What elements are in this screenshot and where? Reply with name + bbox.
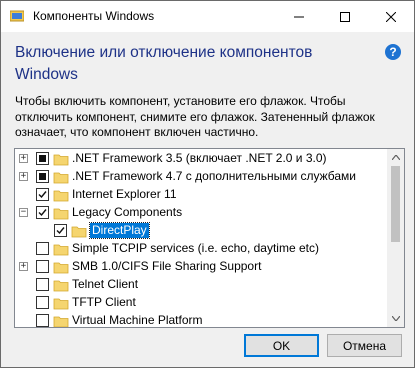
folder-icon [53, 244, 69, 256]
cancel-button[interactable]: Отмена [327, 334, 402, 357]
feature-row[interactable]: Internet Explorer 11 [15, 186, 387, 204]
feature-label: TFTP Client [72, 295, 136, 309]
checkmark-icon [56, 227, 65, 235]
feature-label: Simple TCPIP services (i.e. echo, daytim… [72, 241, 319, 255]
dialog-window: Компоненты Windows Включение или отключе… [0, 0, 415, 368]
folder-icon [53, 172, 69, 184]
feature-row[interactable]: Virtual Machine Platform [15, 312, 387, 327]
feature-checkbox[interactable] [36, 152, 49, 165]
feature-checkbox[interactable] [36, 242, 49, 255]
scroll-up-arrow[interactable] [387, 149, 404, 166]
page-heading: Включение или отключение компонентов Win… [15, 44, 313, 83]
folder-icon [53, 280, 69, 292]
checkmark-icon [38, 209, 47, 217]
feature-row[interactable]: − Legacy Components [15, 204, 387, 222]
feature-checkbox[interactable] [36, 278, 49, 291]
scrollbar-thumb[interactable] [391, 166, 400, 242]
expand-icon[interactable]: + [19, 262, 28, 271]
close-button[interactable] [368, 1, 414, 32]
folder-icon [53, 316, 69, 327]
feature-label: Legacy Components [72, 205, 183, 219]
feature-row[interactable]: + .NET Framework 3.5 (включает .NET 2.0 и… [15, 150, 387, 168]
ok-button[interactable]: OK [244, 334, 319, 357]
feature-label: SMB 1.0/CIFS File Sharing Support [72, 259, 262, 273]
window-title: Компоненты Windows [33, 9, 155, 23]
minimize-button[interactable] [276, 1, 322, 32]
scroll-down-arrow[interactable] [387, 310, 404, 327]
maximize-icon [340, 11, 350, 22]
feature-checkbox[interactable] [36, 170, 49, 183]
expand-icon[interactable]: + [19, 172, 28, 181]
features-tree[interactable]: + .NET Framework 3.5 (включает .NET 2.0 и… [14, 148, 405, 328]
feature-checkbox[interactable] [36, 296, 49, 309]
vertical-scrollbar[interactable] [387, 149, 404, 327]
feature-label: Telnet Client [72, 277, 139, 291]
folder-icon [71, 226, 87, 238]
feature-row[interactable]: DirectPlay [15, 222, 387, 240]
feature-row[interactable]: + SMB 1.0/CIFS File Sharing Support [15, 258, 387, 276]
close-icon [386, 11, 396, 22]
feature-row[interactable]: TFTP Client [15, 294, 387, 312]
collapse-icon[interactable]: − [19, 208, 28, 217]
feature-checkbox[interactable] [36, 188, 49, 201]
maximize-button[interactable] [322, 1, 368, 32]
feature-checkbox[interactable] [36, 206, 49, 219]
feature-label: Internet Explorer 11 [72, 187, 177, 201]
feature-checkbox[interactable] [36, 260, 49, 273]
feature-row[interactable]: Telnet Client [15, 276, 387, 294]
chevron-down-icon [391, 316, 400, 321]
help-icon[interactable]: ? [385, 44, 401, 60]
expand-icon[interactable]: + [19, 154, 28, 163]
instructions-text: Чтобы включить компонент, установите его… [15, 94, 375, 139]
feature-checkbox[interactable] [36, 314, 49, 327]
folder-icon [53, 154, 69, 166]
feature-label: .NET Framework 3.5 (включает .NET 2.0 и … [72, 151, 327, 165]
feature-row[interactable]: + .NET Framework 4.7 с дополнительными сл… [15, 168, 387, 186]
folder-icon [53, 262, 69, 274]
feature-row[interactable]: Simple TCPIP services (i.e. echo, daytim… [15, 240, 387, 258]
checkmark-icon [38, 191, 47, 199]
folder-icon [53, 190, 69, 202]
windows-features-app-icon [10, 10, 24, 22]
minimize-icon [294, 16, 304, 17]
folder-icon [53, 208, 69, 220]
features-tree-list: + .NET Framework 3.5 (включает .NET 2.0 и… [15, 149, 387, 327]
feature-checkbox[interactable] [54, 224, 67, 237]
feature-label: DirectPlay [89, 222, 150, 239]
title-bar[interactable]: Компоненты Windows [1, 1, 414, 32]
chevron-up-icon [391, 155, 400, 160]
feature-label: Virtual Machine Platform [72, 313, 203, 327]
folder-icon [53, 298, 69, 310]
feature-label: .NET Framework 4.7 с дополнительными слу… [72, 169, 357, 183]
